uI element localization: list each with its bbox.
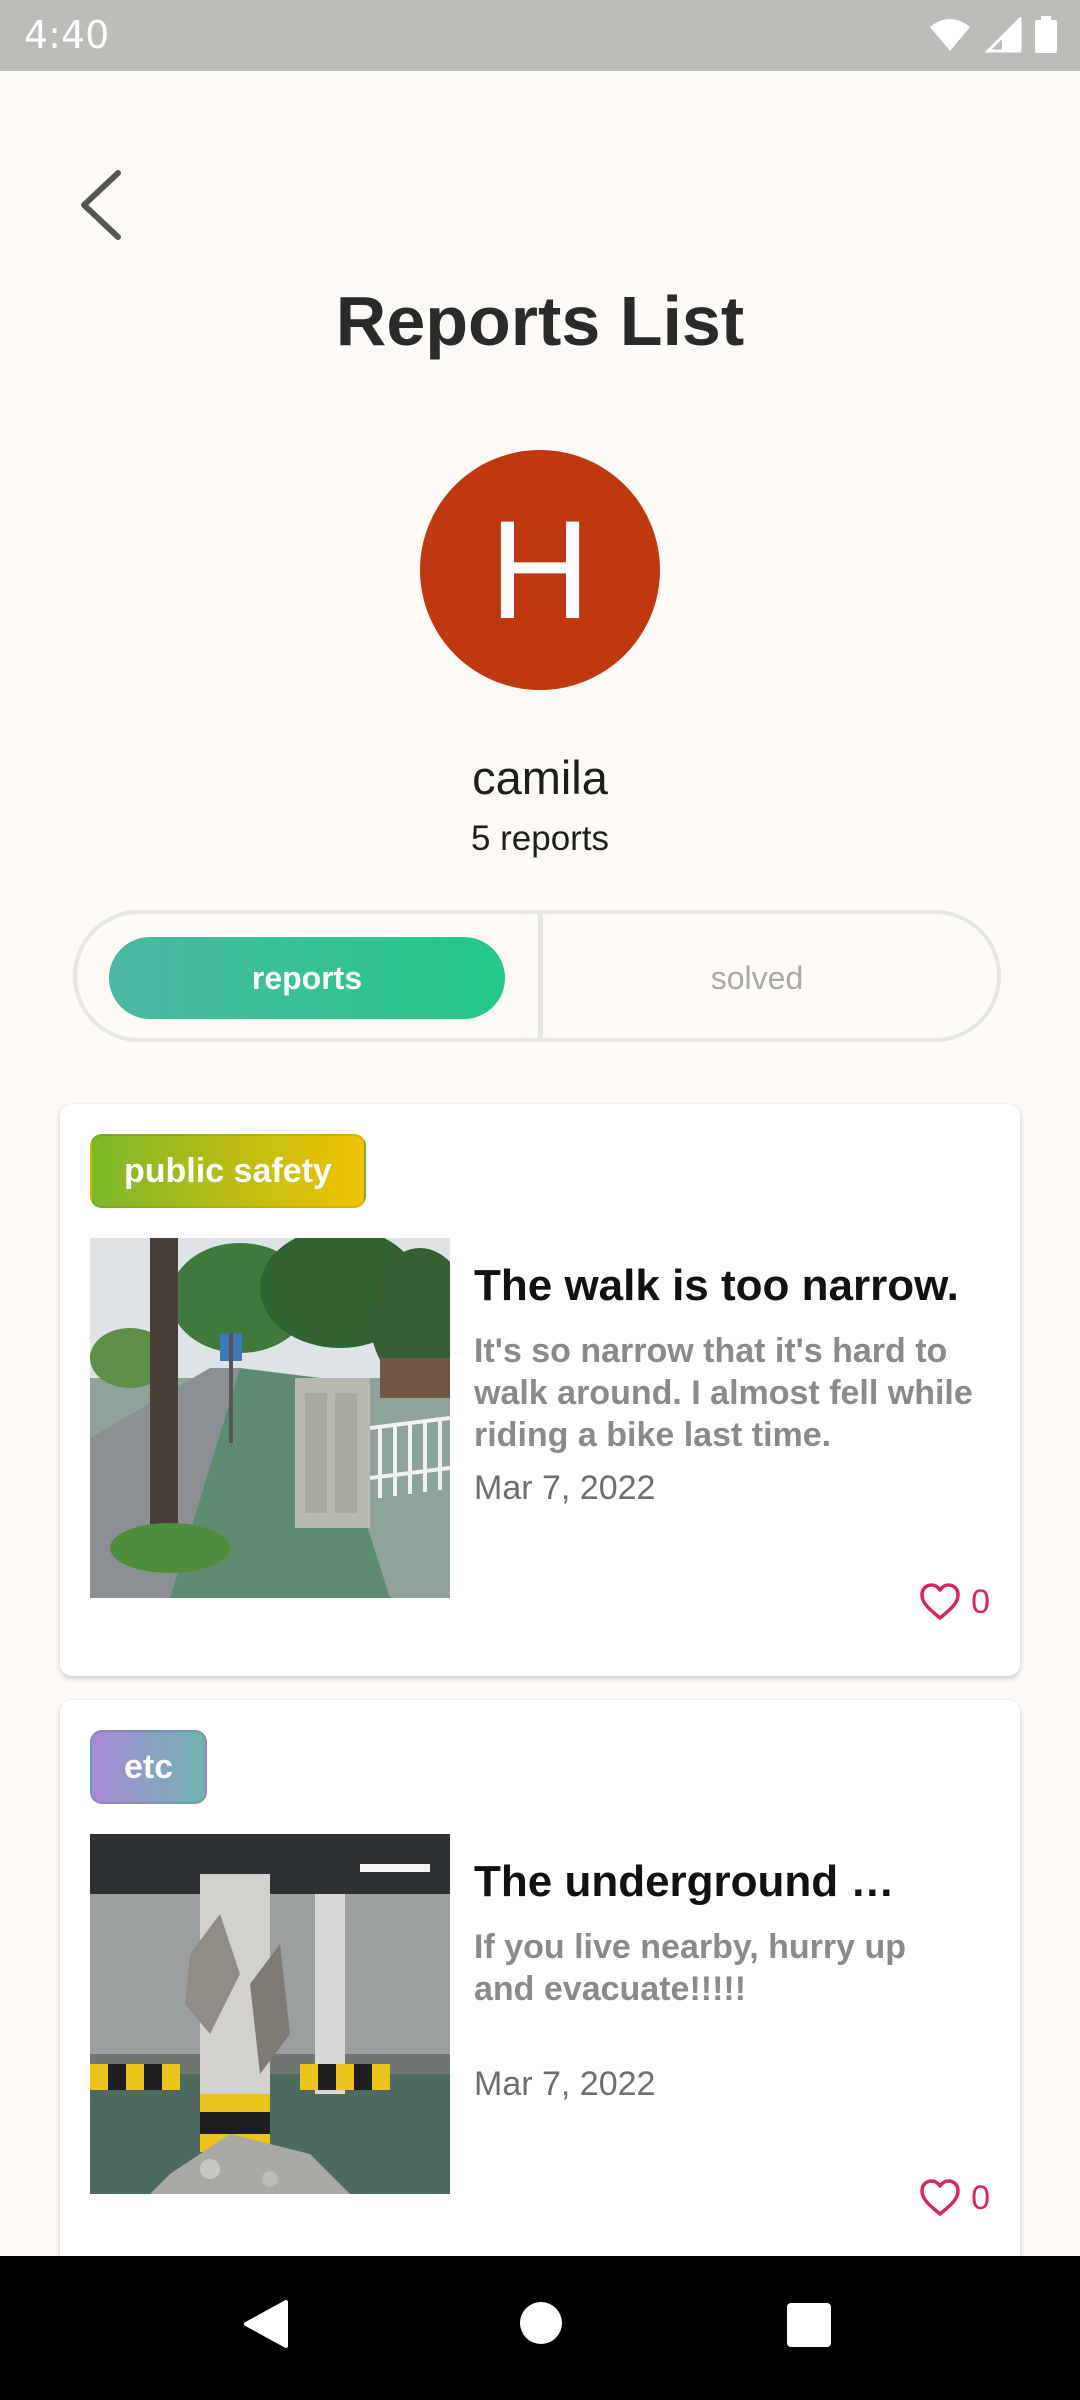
back-button[interactable] <box>60 160 140 250</box>
report-image <box>90 1238 450 1598</box>
report-card[interactable]: etc The underground … If you live nearby… <box>60 1700 1020 2272</box>
category-tag: public safety <box>90 1134 366 1208</box>
back-triangle-icon <box>244 2300 288 2348</box>
battery-icon <box>1035 16 1057 53</box>
wifi-icon <box>930 19 970 51</box>
signal-icon <box>984 17 1022 53</box>
report-description: It's so narrow that it's hard to walk ar… <box>474 1332 973 1454</box>
report-count: 5 reports <box>470 819 610 858</box>
user-name: camila <box>472 751 608 804</box>
like-button[interactable]: 0 <box>919 1578 990 1626</box>
heart-outline-icon <box>920 1583 960 1620</box>
page-title: Reports List <box>335 282 745 360</box>
report-image <box>90 1834 450 2194</box>
report-title: The walk is too narrow. <box>474 1261 959 1310</box>
report-date: Mar 7, 2022 <box>474 2065 656 2103</box>
report-title: The underground … <box>474 1857 895 1906</box>
chevron-left-icon <box>81 170 121 240</box>
nav-home-button[interactable] <box>518 2300 564 2351</box>
status-time: 4:40 <box>24 13 110 57</box>
heart-outline-icon <box>920 2179 960 2216</box>
navigation-bar <box>0 2256 1080 2400</box>
nav-back-button[interactable] <box>240 2296 292 2357</box>
tab-solved[interactable]: solved <box>547 937 967 1019</box>
parking-garage-photo <box>90 1834 450 2194</box>
tab-toggle: reports solved <box>73 910 1001 1042</box>
tab-reports[interactable]: reports <box>109 937 505 1019</box>
category-tag: etc <box>90 1730 208 1804</box>
avatar: H <box>420 450 660 690</box>
like-count: 0 <box>971 2178 990 2217</box>
report-date: Mar 7, 2022 <box>474 1469 656 1507</box>
report-card[interactable]: public safety The walk is too narrow. It… <box>60 1104 1020 1676</box>
like-button[interactable]: 0 <box>919 2174 990 2222</box>
tab-divider <box>538 914 543 1038</box>
home-circle-icon <box>520 2302 562 2344</box>
recents-square-icon <box>787 2303 831 2347</box>
status-icons <box>916 15 1058 55</box>
report-description: If you live nearby, hurry up and evacuat… <box>474 1928 907 2008</box>
like-count: 0 <box>971 1582 990 1621</box>
nav-recents-button[interactable] <box>786 2302 832 2353</box>
sidewalk-photo <box>90 1238 450 1598</box>
status-bar: 4:40 <box>0 0 1080 71</box>
